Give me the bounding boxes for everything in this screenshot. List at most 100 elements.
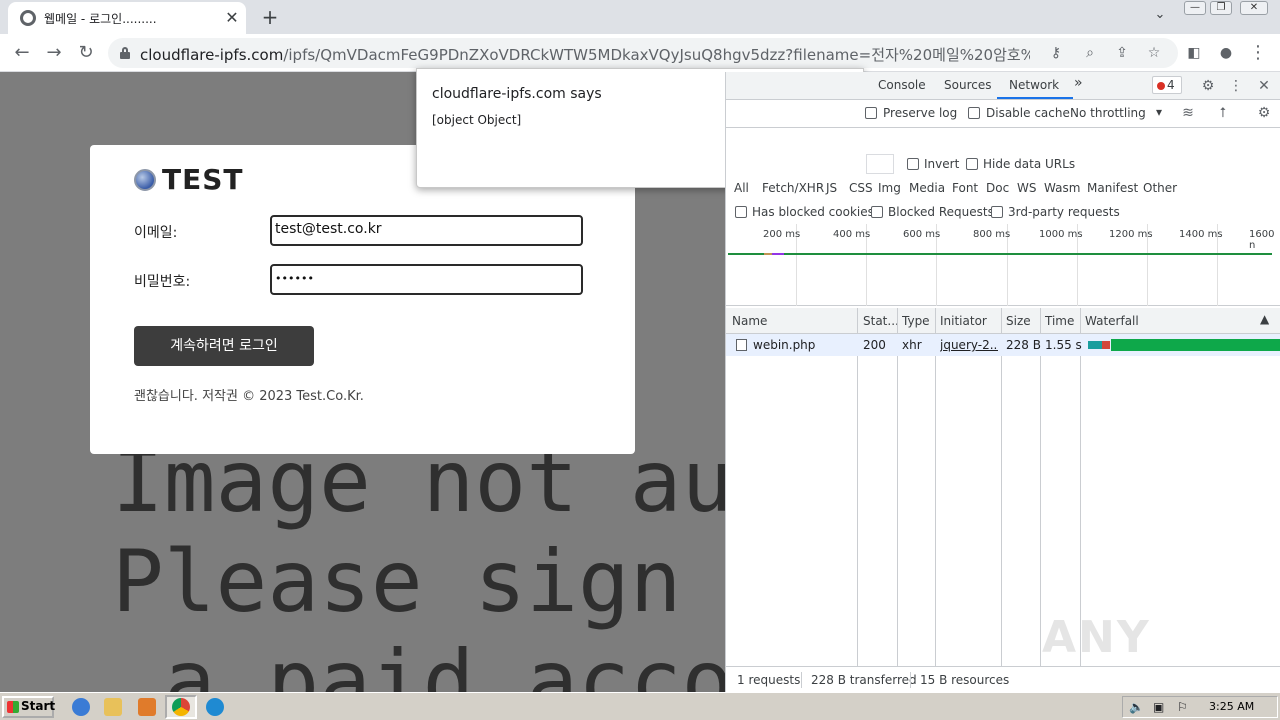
- gear-icon[interactable]: ⚙: [1198, 76, 1218, 96]
- hide-data-urls-checkbox[interactable]: [966, 158, 978, 170]
- error-count: 4: [1167, 78, 1175, 92]
- waterfall-bar: [1088, 341, 1102, 349]
- profile-icon[interactable]: ●: [1214, 41, 1238, 65]
- forward-icon[interactable]: →: [42, 41, 66, 65]
- upload-icon[interactable]: ⭡: [1213, 103, 1233, 123]
- start-label: Start: [21, 699, 56, 713]
- filter-font[interactable]: Font: [952, 181, 978, 195]
- filter-img[interactable]: Img: [878, 181, 901, 195]
- login-button[interactable]: 계속하려면 로그인: [134, 326, 314, 366]
- close-window-icon[interactable]: ✕: [1240, 1, 1268, 15]
- request-status: 200: [863, 338, 886, 352]
- disable-cache-checkbox[interactable]: [968, 107, 980, 119]
- request-size: 228 B: [1006, 338, 1041, 352]
- filter-css[interactable]: CSS: [849, 181, 873, 195]
- flag-icon[interactable]: ⚐: [1177, 700, 1188, 714]
- start-button[interactable]: Start: [2, 696, 56, 718]
- devtools-panel: Console Sources Network » 4 ⚙ ⋮ ✕ Preser…: [725, 72, 1280, 714]
- ie-icon[interactable]: [72, 698, 90, 716]
- volume-icon[interactable]: 🔈: [1129, 700, 1144, 714]
- chrome-taskbar-button[interactable]: [165, 695, 197, 719]
- network-icon[interactable]: ▣: [1153, 700, 1164, 714]
- logo-text: TEST: [162, 163, 244, 196]
- password-field[interactable]: ••••••: [270, 264, 583, 295]
- third-party-checkbox[interactable]: [991, 206, 1003, 218]
- chevron-down-icon[interactable]: ▾: [1156, 105, 1162, 119]
- tick-label: 1400 ms: [1179, 229, 1223, 240]
- divider: [801, 672, 802, 688]
- zoom-icon[interactable]: ⌕: [1080, 43, 1100, 63]
- filter-wasm[interactable]: Wasm: [1044, 181, 1080, 195]
- filter-ws[interactable]: WS: [1017, 181, 1036, 195]
- more-tabs-icon[interactable]: »: [1074, 75, 1083, 91]
- media-player-icon[interactable]: [138, 698, 156, 716]
- email-label: 이메일:: [134, 225, 178, 241]
- filter-manifest[interactable]: Manifest: [1087, 181, 1138, 195]
- preserve-log-label: Preserve log: [883, 106, 958, 120]
- column-size[interactable]: Size: [1006, 314, 1031, 328]
- star-icon[interactable]: ☆: [1144, 43, 1164, 63]
- blocked-requests-checkbox[interactable]: [871, 206, 883, 218]
- filter-fetch-xhr[interactable]: Fetch/XHR: [762, 181, 824, 195]
- network-settings-icon[interactable]: ⚙: [1254, 103, 1274, 123]
- kebab-menu-icon[interactable]: ⋮: [1226, 76, 1246, 96]
- restore-icon[interactable]: ❐: [1210, 1, 1232, 15]
- tab-console[interactable]: Console: [878, 78, 926, 92]
- table-row[interactable]: webin.php 200 xhr jquery-2... 228 B 1.55…: [726, 334, 1280, 356]
- key-icon[interactable]: ⚷: [1046, 43, 1066, 63]
- status-resources: 15 B resources: [920, 673, 1010, 687]
- tab-network[interactable]: Network: [1009, 78, 1059, 92]
- filter-all[interactable]: All: [734, 181, 749, 195]
- tab-sources[interactable]: Sources: [944, 78, 991, 92]
- edge-icon[interactable]: [206, 698, 224, 716]
- filter-media[interactable]: Media: [909, 181, 945, 195]
- column-name[interactable]: Name: [732, 314, 767, 328]
- sort-up-icon[interactable]: ▲: [1260, 312, 1269, 326]
- menu-icon[interactable]: ⋮: [1246, 41, 1270, 65]
- filter-input[interactable]: [866, 154, 894, 174]
- tick-label: 400 ms: [833, 229, 871, 240]
- filter-doc[interactable]: Doc: [986, 181, 1009, 195]
- tick-label: 800 ms: [973, 229, 1011, 240]
- column-initiator[interactable]: Initiator: [940, 314, 987, 328]
- blocked-cookies-checkbox[interactable]: [735, 206, 747, 218]
- request-initiator[interactable]: jquery-2...: [940, 338, 998, 352]
- address-bar[interactable]: cloudflare-ipfs.com/ipfs/QmVDacmFeG9PDnZ…: [108, 38, 1178, 68]
- preserve-log-checkbox[interactable]: [865, 107, 877, 119]
- chevron-down-icon[interactable]: ⌄: [1150, 7, 1170, 27]
- error-badge[interactable]: 4: [1152, 76, 1182, 94]
- wifi-settings-icon[interactable]: ≋: [1178, 103, 1198, 123]
- invert-checkbox[interactable]: [907, 158, 919, 170]
- column-waterfall[interactable]: Waterfall: [1085, 314, 1139, 328]
- lock-icon[interactable]: [120, 47, 130, 59]
- network-timeline[interactable]: 200 ms 400 ms 600 ms 800 ms 1000 ms 1200…: [726, 224, 1280, 306]
- email-field[interactable]: test@test.co.kr: [270, 215, 583, 246]
- url-text[interactable]: cloudflare-ipfs.com/ipfs/QmVDacmFeG9PDnZ…: [140, 44, 1030, 65]
- tab-strip: 웹메일 - 로그인......... ✕ + ⌄ — ❐ ✕: [0, 0, 1280, 34]
- request-name[interactable]: webin.php: [753, 338, 815, 352]
- back-icon[interactable]: ←: [10, 41, 34, 65]
- minimize-icon[interactable]: —: [1184, 1, 1206, 15]
- sidepanel-icon[interactable]: ◧: [1182, 41, 1206, 65]
- reload-icon[interactable]: ↻: [74, 41, 98, 65]
- system-tray: 🔈 ▣ ⚐ 3:25 AM: [1122, 696, 1278, 718]
- status-transferred: 228 B transferred: [811, 673, 917, 687]
- close-tab-icon[interactable]: ✕: [222, 8, 242, 28]
- new-tab-icon[interactable]: +: [258, 5, 282, 29]
- throttling-select[interactable]: No throttling: [1070, 106, 1146, 120]
- status-requests: 1 requests: [737, 673, 801, 687]
- column-status[interactable]: Stat...: [863, 314, 897, 328]
- column-divider: [935, 308, 936, 672]
- browser-tab[interactable]: 웹메일 - 로그인......... ✕: [8, 2, 246, 34]
- column-time[interactable]: Time: [1045, 314, 1074, 328]
- password-label: 비밀번호:: [134, 274, 191, 290]
- divider: [910, 672, 911, 688]
- close-devtools-icon[interactable]: ✕: [1254, 76, 1274, 96]
- column-type[interactable]: Type: [902, 314, 930, 328]
- filter-js[interactable]: JS: [826, 181, 837, 195]
- browser-toolbar: ← → ↻ cloudflare-ipfs.com/ipfs/QmVDacmFe…: [0, 34, 1280, 72]
- filter-other[interactable]: Other: [1143, 181, 1177, 195]
- column-divider: [1040, 308, 1041, 672]
- folder-icon[interactable]: [104, 698, 122, 716]
- share-icon[interactable]: ⇪: [1112, 43, 1132, 63]
